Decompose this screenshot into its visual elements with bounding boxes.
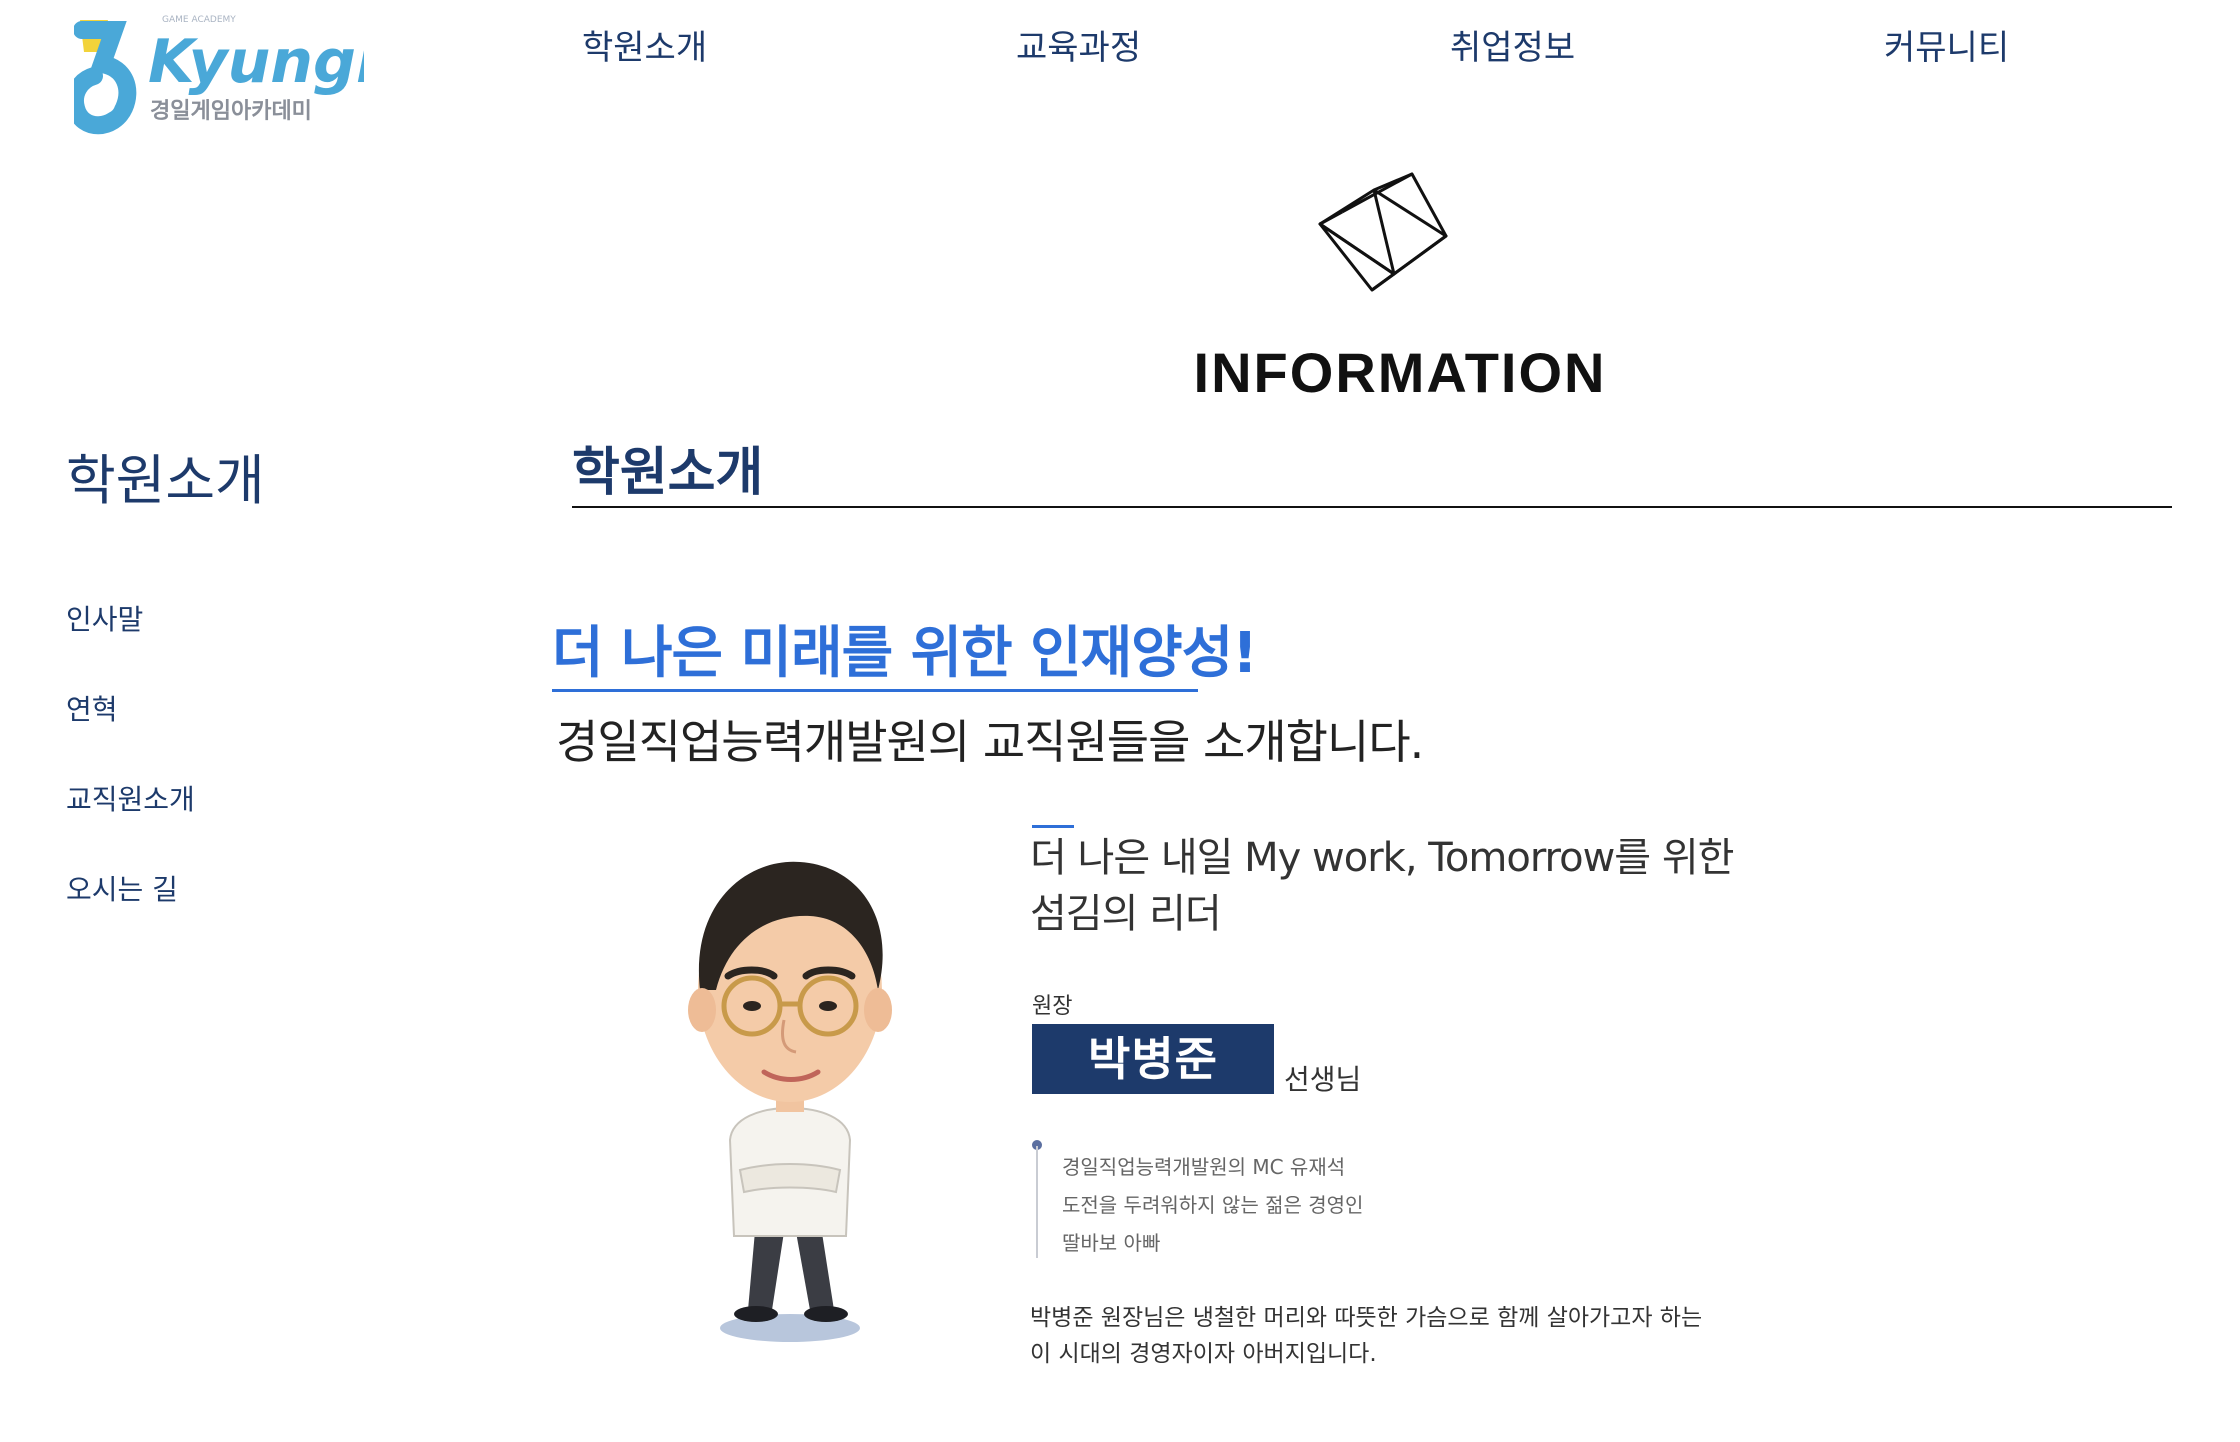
- sidebar-item-directions: 오시는 길: [66, 870, 195, 960]
- role-label: 원장: [1032, 994, 1073, 1019]
- sidebar-item-staff: 교직원소개: [66, 780, 195, 870]
- nav-item-about[interactable]: 학원소개: [582, 18, 707, 78]
- trait-item: 경일직업능력개발원의 MC 유재석: [1062, 1155, 1346, 1179]
- nav-item-curriculum[interactable]: 교육과정: [1016, 18, 1141, 78]
- slogan-underline: [552, 689, 1198, 692]
- title-divider: [572, 506, 2172, 508]
- page-title: 학원소개: [572, 443, 764, 503]
- sidebar-link-directions[interactable]: 오시는 길: [66, 873, 178, 906]
- cube-icon: [1316, 172, 1452, 296]
- sidebar-menu: 인사말 연혁 교직원소개 오시는 길: [66, 600, 195, 960]
- motto-accent-line: [1032, 825, 1074, 828]
- logo-subtitle: 경일게임아카데미: [150, 99, 312, 124]
- motto-line-1: 더 나은 내일 My work, Tomorrow를 위한: [1030, 835, 1734, 881]
- main-nav: 학원소개 교육과정 취업정보 커뮤니티: [0, 18, 2240, 78]
- bio-line-1: 박병준 원장님은 냉철한 머리와 따뜻한 가슴으로 함께 살아가고자 하는: [1030, 1305, 1703, 1331]
- motto-line-2: 섬김의 리더: [1030, 891, 1222, 937]
- information-title: INFORMATION: [1193, 341, 1607, 404]
- slogan-heading: 더 나은 미래를 위한 인재양성!: [552, 621, 1258, 686]
- sidebar-link-staff[interactable]: 교직원소개: [66, 783, 195, 816]
- traits-divider: [1036, 1146, 1038, 1258]
- director-bio: 박병준 원장님은 냉철한 머리와 따뜻한 가슴으로 함께 살아가고자 하는 이 …: [1030, 1300, 1750, 1372]
- nav-item-jobs[interactable]: 취업정보: [1450, 18, 1575, 78]
- director-name-badge: 박병준: [1032, 1024, 1274, 1094]
- sidebar-item-history: 연혁: [66, 690, 195, 780]
- director-caricature-image: [660, 840, 920, 1350]
- director-motto: 더 나은 내일 My work, Tomorrow를 위한 섬김의 리더: [1030, 830, 1790, 942]
- trait-item: 도전을 두려워하지 않는 젊은 경영인: [1062, 1193, 1364, 1217]
- nav-item-community[interactable]: 커뮤니티: [1884, 18, 2009, 78]
- director-traits-list: 경일직업능력개발원의 MC 유재석 도전을 두려워하지 않는 젊은 경영인 딸바…: [1062, 1148, 1363, 1262]
- trait-item: 딸바보 아빠: [1062, 1231, 1161, 1255]
- sidebar-link-history[interactable]: 연혁: [66, 693, 118, 726]
- intro-text: 경일직업능력개발원의 교직원들을 소개합니다.: [556, 715, 1424, 769]
- sidebar-link-greeting[interactable]: 인사말: [66, 603, 143, 636]
- sidebar-item-greeting: 인사말: [66, 600, 195, 690]
- honorific-label: 선생님: [1284, 1063, 1362, 1096]
- sidebar-title: 학원소개: [66, 449, 265, 512]
- bio-line-2: 이 시대의 경영자이자 아버지입니다.: [1030, 1341, 1377, 1367]
- page: GAME ACADEMY Kyungil 경일게임아카데미 학원소개 교육과정 …: [0, 0, 2240, 1442]
